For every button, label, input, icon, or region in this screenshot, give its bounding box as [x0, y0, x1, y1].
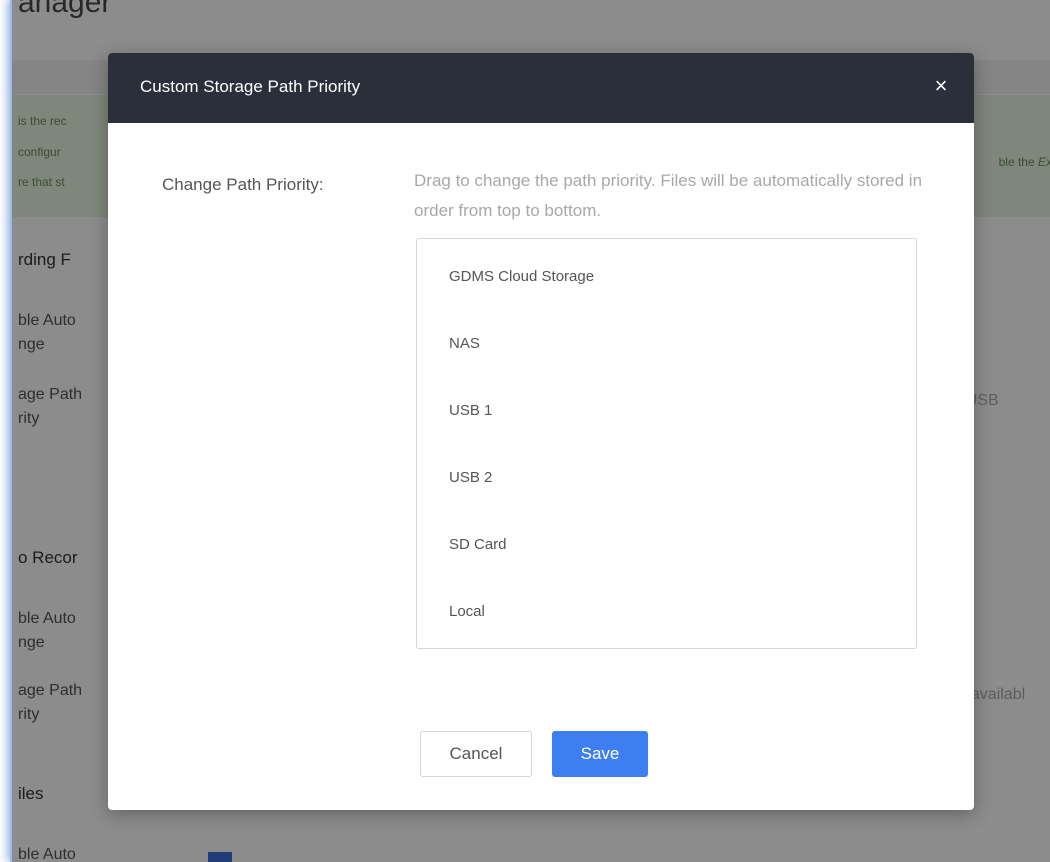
dialog-title: Custom Storage Path Priority — [140, 77, 361, 96]
path-item-nas[interactable]: NAS — [417, 310, 916, 377]
path-item-sd-card[interactable]: SD Card — [417, 511, 916, 578]
path-item-gdms-cloud-storage[interactable]: GDMS Cloud Storage — [417, 243, 916, 310]
path-item-local[interactable]: Local — [417, 578, 916, 645]
dialog-header: Custom Storage Path Priority × — [108, 53, 974, 123]
drag-hint-text: Drag to change the path priority. Files … — [414, 171, 923, 220]
path-item-usb-1[interactable]: USB 1 — [417, 377, 916, 444]
custom-storage-path-dialog: Custom Storage Path Priority × Change Pa… — [108, 53, 974, 810]
app-frame: anager is the rec configur re that st bl… — [10, 0, 1050, 862]
close-icon[interactable]: × — [926, 71, 956, 101]
cancel-button[interactable]: Cancel — [420, 731, 532, 777]
path-item-usb-2[interactable]: USB 2 — [417, 444, 916, 511]
save-button[interactable]: Save — [552, 731, 648, 777]
path-priority-list: GDMS Cloud Storage NAS USB 1 USB 2 SD Ca… — [416, 238, 917, 649]
change-path-priority-label: Change Path Priority: — [162, 175, 324, 194]
